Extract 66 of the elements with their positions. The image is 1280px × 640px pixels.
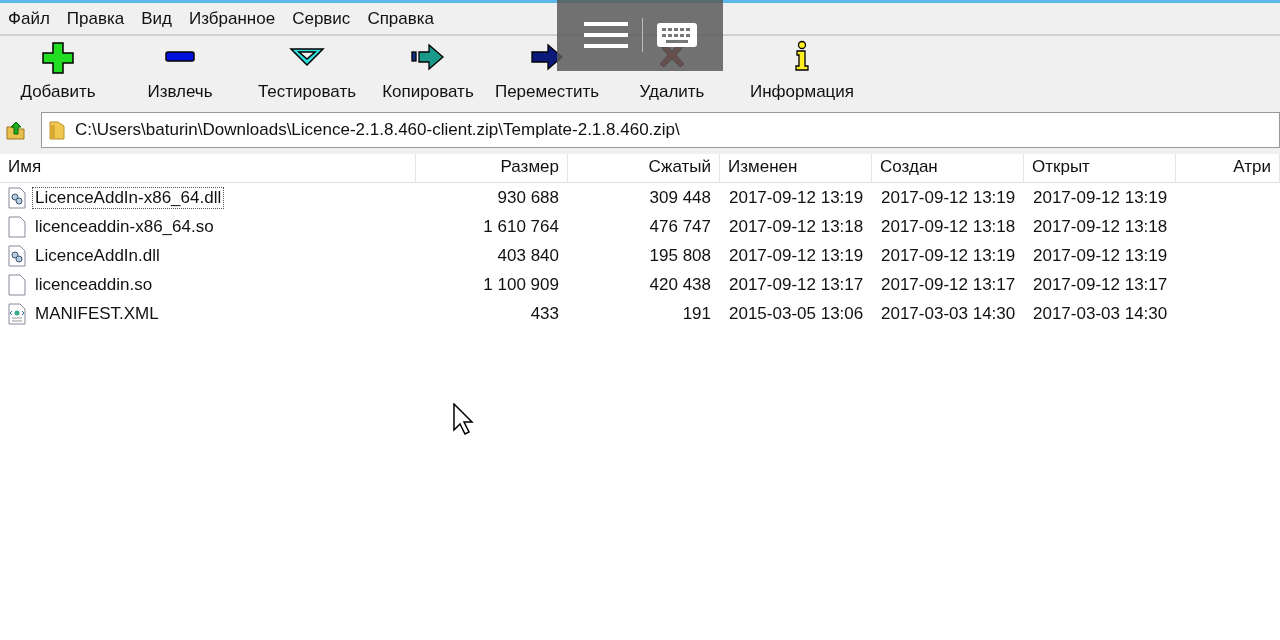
file-name: LicenceAddIn-x86_64.dll	[32, 186, 225, 209]
table-cell: 2017-09-12 13:19	[881, 245, 1016, 265]
file-row[interactable]: LicenceAddIn-x86_64.dll 930 688 309 448 2017-09-12 13:19 2017-09-12 13:19 2017-09-12 13:19	[0, 183, 1280, 212]
menu-item[interactable]: Файл	[0, 8, 59, 29]
column-header[interactable]: Размер	[416, 154, 568, 182]
dll-file-icon	[8, 186, 26, 209]
menu-item[interactable]: Вид	[133, 8, 181, 29]
file-name: licenceaddin.so	[34, 273, 154, 296]
folder-icon	[47, 119, 67, 141]
keyboard-icon[interactable]	[654, 20, 699, 49]
table-cell: 2017-03-03 14:30	[1033, 303, 1168, 323]
table-cell: 2017-03-03 14:30	[881, 303, 1016, 323]
table-cell: 2017-09-12 13:18	[729, 216, 864, 236]
column-header[interactable]: Имя	[0, 154, 416, 182]
file-name: licenceaddin-x86_64.so	[34, 215, 215, 238]
menu-item[interactable]: Справка	[359, 8, 444, 29]
column-header[interactable]: Изменен	[720, 154, 872, 182]
table-cell: 195 808	[649, 245, 711, 265]
table-cell: 403 840	[497, 245, 559, 265]
folder-up-icon[interactable]	[5, 119, 27, 141]
table-cell: 191	[682, 303, 711, 323]
table-cell: 2015-03-05 13:06	[729, 303, 864, 323]
column-header[interactable]: Открыт	[1024, 154, 1176, 182]
menu-item[interactable]: Правка	[58, 8, 134, 29]
table-cell: 2017-09-12 13:17	[881, 274, 1016, 294]
menu-item[interactable]: Сервис	[284, 8, 360, 29]
table-cell: 930 688	[497, 187, 559, 207]
file-row[interactable]: licenceaddin.so 1 100 909 420 438 2017-09-12 13:17 2017-09-12 13:17 2017-09-12 13:17	[0, 270, 1280, 299]
column-header[interactable]: Сжатый	[568, 154, 720, 182]
toolbar-button[interactable]: Добавить	[4, 36, 112, 106]
file-row[interactable]: MANIFEST.XML 433 191 2015-03-05 13:06 2017-03-03 14:30 2017-03-03 14:30	[0, 299, 1280, 328]
file-icon	[8, 215, 26, 238]
file-icon	[8, 273, 26, 296]
table-cell: 2017-09-12 13:18	[881, 216, 1016, 236]
menu-item[interactable]: Избранное	[181, 8, 285, 29]
table-cell: 476 747	[649, 216, 711, 236]
file-name: LicenceAddIn.dll	[34, 244, 161, 267]
mouse-pointer-icon	[453, 403, 475, 435]
toolbar-button[interactable]: Тестировать	[248, 36, 366, 106]
xml-file-icon	[8, 302, 26, 325]
file-row[interactable]: licenceaddin-x86_64.so 1 610 764 476 747 2017-09-12 13:18 2017-09-12 13:18 2017-09-12 13:18	[0, 212, 1280, 241]
table-cell: 2017-09-12 13:19	[881, 187, 1016, 207]
file-name: MANIFEST.XML	[34, 302, 160, 325]
table-cell: 1 610 764	[483, 216, 559, 236]
table-cell: 420 438	[649, 274, 711, 294]
table-cell: 2017-09-12 13:19	[729, 245, 864, 265]
file-row[interactable]: LicenceAddIn.dll 403 840 195 808 2017-09-12 13:19 2017-09-12 13:19 2017-09-12 13:19	[0, 241, 1280, 270]
table-cell: 309 448	[649, 187, 711, 207]
table-cell: 2017-09-12 13:19	[729, 187, 864, 207]
column-header[interactable]: Создан	[872, 154, 1024, 182]
menu-icon[interactable]	[581, 19, 630, 50]
table-cell: 433	[530, 303, 559, 323]
column-header[interactable]: Атри	[1176, 154, 1280, 182]
path-text: C:\Users\baturin\Downloads\Licence-2.1.8.460-client.zip\Template-2.1.8.460.zip\	[75, 120, 680, 140]
table-cell: 2017-09-12 13:17	[729, 274, 864, 294]
address-field[interactable]: C:\Users\baturin\Downloads\Licence-2.1.8.460-client.zip\Template-2.1.8.460.zip\	[41, 112, 1280, 148]
table-cell: 1 100 909	[483, 274, 559, 294]
toolbar-button[interactable]: Извлечь	[112, 36, 248, 106]
table-cell: 2017-09-12 13:18	[1033, 216, 1168, 236]
table-cell: 2017-09-12 13:19	[1033, 187, 1168, 207]
minus-icon	[165, 51, 195, 62]
table-cell: 2017-09-12 13:17	[1033, 274, 1168, 294]
dll-file-icon	[8, 244, 26, 267]
toolbar-button[interactable]: Копировать	[366, 36, 490, 106]
toolbar-button[interactable]: Информация	[740, 36, 864, 106]
table-cell: 2017-09-12 13:19	[1033, 245, 1168, 265]
